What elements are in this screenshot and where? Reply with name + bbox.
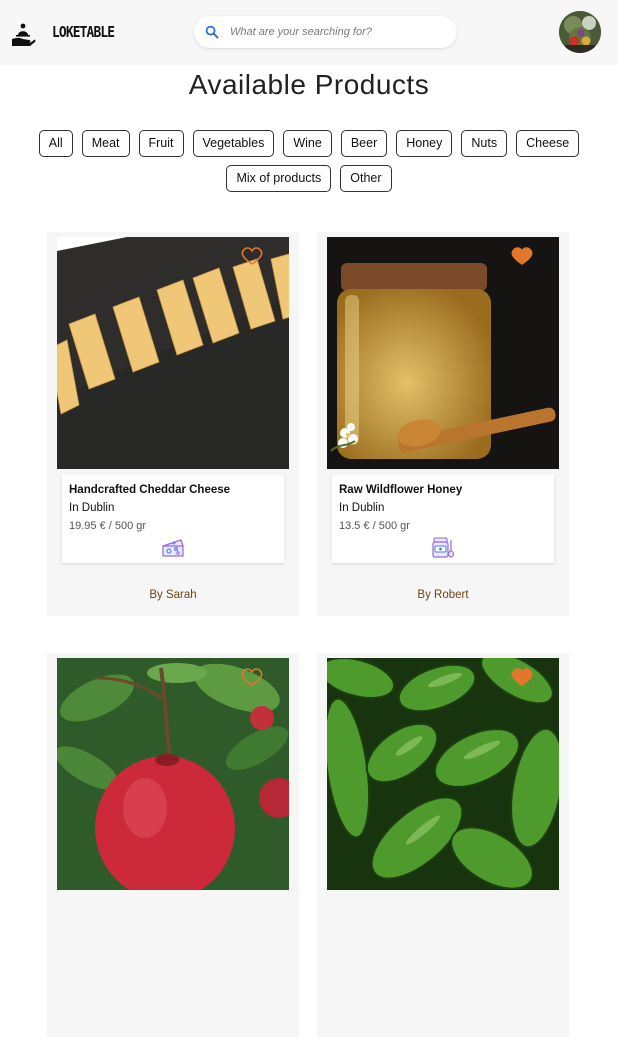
favorite-heart-icon[interactable] <box>241 667 263 687</box>
favorite-heart-icon[interactable] <box>511 667 533 687</box>
seller-name[interactable]: By Robert <box>317 589 569 601</box>
avatar-image <box>559 11 601 53</box>
search-bar[interactable] <box>194 16 457 48</box>
filter-chip-other[interactable]: Other <box>340 165 392 192</box>
product-card[interactable]: Handcrafted Cheddar Cheese In Dublin 19.… <box>47 232 299 616</box>
cheese-sticks-photo <box>57 237 289 469</box>
page-title: Available Products <box>188 69 430 100</box>
filter-chip-cheese[interactable]: Cheese <box>516 130 580 157</box>
user-avatar[interactable] <box>559 11 601 53</box>
honey-jar-photo <box>327 237 559 469</box>
product-card[interactable] <box>47 653 299 1037</box>
filter-chip-mix-of-products[interactable]: Mix of products <box>226 165 332 192</box>
honey-jar-icon <box>432 537 454 558</box>
product-info-box: Handcrafted Cheddar Cheese In Dublin 19.… <box>62 475 284 563</box>
product-price: 19.95 € / 500 gr <box>69 520 147 532</box>
filter-chip-beer[interactable]: Beer <box>340 130 388 157</box>
favorite-heart-icon[interactable] <box>241 246 263 266</box>
filter-chip-vegetables[interactable]: Vegetables <box>192 130 275 157</box>
product-image[interactable] <box>327 658 559 890</box>
product-info-box: Raw Wildflower Honey In Dublin 13.5 € / … <box>332 475 554 563</box>
category-filters-row-1: All Meat Fruit Vegetables Wine Beer Hone… <box>0 130 618 157</box>
product-name[interactable]: Handcrafted Cheddar Cheese <box>69 484 230 496</box>
search-input[interactable] <box>230 16 445 48</box>
filter-chip-all[interactable]: All <box>38 130 73 157</box>
product-image[interactable] <box>327 237 559 469</box>
product-card[interactable] <box>317 653 569 1037</box>
cheese-icon <box>162 539 184 557</box>
brand-name[interactable]: LOKETABLE <box>52 23 115 41</box>
cucumbers-photo <box>327 658 559 890</box>
filter-chip-fruit[interactable]: Fruit <box>138 130 184 157</box>
product-name[interactable]: Raw Wildflower Honey <box>339 484 462 496</box>
product-location: In Dublin <box>69 502 115 514</box>
top-bar: LOKETABLE <box>0 0 618 65</box>
product-location: In Dublin <box>339 502 385 514</box>
product-image[interactable] <box>57 658 289 890</box>
seller-name[interactable]: By Sarah <box>47 589 299 601</box>
favorite-heart-icon[interactable] <box>511 246 533 266</box>
search-icon[interactable] <box>205 25 219 39</box>
category-filters-row-2: Mix of products Other <box>0 165 618 192</box>
filter-chip-honey[interactable]: Honey <box>396 130 453 157</box>
product-price: 13.5 € / 500 gr <box>339 520 410 532</box>
filter-chip-meat[interactable]: Meat <box>81 130 130 157</box>
filter-chip-nuts[interactable]: Nuts <box>461 130 508 157</box>
red-apple-photo <box>57 658 289 890</box>
filter-chip-wine[interactable]: Wine <box>283 130 332 157</box>
hand-serving-logo-icon[interactable] <box>10 20 36 46</box>
product-card[interactable]: Raw Wildflower Honey In Dublin 13.5 € / … <box>317 232 569 616</box>
product-image[interactable] <box>57 237 289 469</box>
